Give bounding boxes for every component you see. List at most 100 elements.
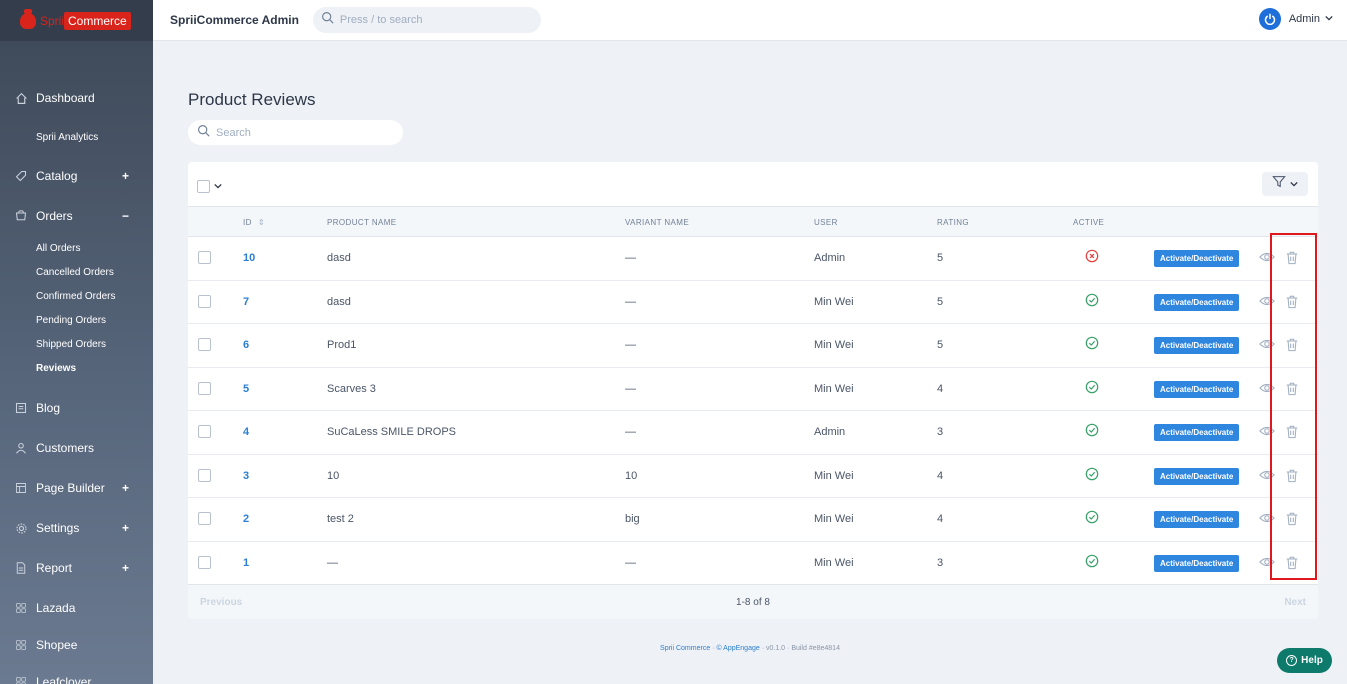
sidebar-item-customers[interactable]: Customers (0, 428, 153, 468)
sidebar-item-label: Shopee (36, 638, 78, 652)
next-button[interactable]: Next (1284, 597, 1306, 608)
app-title: SpriiCommerce Admin (170, 13, 299, 27)
sidebar-item-leafclover[interactable]: Leafclover (0, 662, 153, 684)
product-name: 10 (327, 469, 340, 482)
row-checkbox[interactable] (198, 294, 211, 308)
home-icon (14, 91, 28, 105)
check-circle-icon (1085, 293, 1099, 310)
expand-icon[interactable]: + (122, 521, 129, 535)
expand-icon[interactable]: + (122, 561, 129, 575)
row-checkbox[interactable] (198, 425, 211, 438)
review-id-link[interactable]: 3 (243, 470, 249, 482)
review-id-link[interactable]: 10 (243, 252, 255, 264)
row-checkbox[interactable] (198, 338, 211, 351)
row-checkbox[interactable] (198, 555, 211, 569)
activate-deactivate-button[interactable]: Activate/Deactivate (1154, 511, 1240, 528)
rating-value: 5 (937, 295, 944, 308)
select-all-checkbox[interactable] (197, 179, 210, 193)
sidebar-item-page-builder[interactable]: Page Builder + (0, 468, 153, 508)
expand-icon[interactable]: + (122, 169, 129, 183)
sidebar-item-shopee[interactable]: Shopee (0, 628, 153, 662)
chevron-down-icon (1325, 13, 1333, 25)
sidebar-subitem-shipped-orders[interactable]: Shipped Orders (0, 332, 153, 356)
review-id-link[interactable]: 2 (243, 513, 249, 525)
question-icon: ? (1286, 655, 1298, 666)
activate-deactivate-button[interactable]: Activate/Deactivate (1154, 250, 1240, 267)
global-search-input[interactable]: Press / to search (312, 7, 541, 33)
sidebar-item-settings[interactable]: Settings + (0, 508, 153, 548)
sidebar-item-label: Blog (36, 401, 61, 415)
chevron-down-icon[interactable] (214, 177, 222, 195)
sidebar-item-analytics[interactable]: Sprii Analytics (0, 118, 153, 156)
product-name: test 2 (327, 513, 354, 525)
table-body: 10 dasd — Admin 5 Activate/Deactivate 7 dasd — Mi… (188, 237, 1318, 585)
table-header: ID ⇕ PRODUCT NAME VARIANT NAME USER RATIN… (188, 206, 1318, 237)
sidebar-item-label: Dashboard (36, 91, 95, 105)
orders-submenu: All Orders Cancelled Orders Confirmed Or… (0, 236, 153, 388)
sidebar-item-blog[interactable]: Blog (0, 388, 153, 428)
sidebar-item-lazada[interactable]: Lazada (0, 588, 153, 628)
rating-value: 3 (937, 556, 944, 569)
review-search-input[interactable] (216, 126, 396, 139)
row-checkbox[interactable] (198, 468, 211, 482)
column-header-variant: VARIANT NAME (625, 218, 690, 227)
sidebar-item-label: Customers (36, 441, 95, 455)
sidebar-subitem-all-orders[interactable]: All Orders (0, 236, 153, 260)
check-circle-icon (1085, 510, 1099, 527)
rating-value: 3 (937, 426, 944, 438)
page-builder-icon (14, 481, 28, 495)
sidebar-subitem-confirmed-orders[interactable]: Confirmed Orders (0, 284, 153, 308)
review-id-link[interactable]: 1 (243, 557, 249, 569)
sidebar-subitem-cancelled-orders[interactable]: Cancelled Orders (0, 260, 153, 284)
rating-value: 4 (937, 469, 944, 482)
product-name: Scarves 3 (327, 382, 376, 395)
row-checkbox[interactable] (198, 381, 211, 395)
review-id-link[interactable]: 4 (243, 426, 249, 438)
sidebar-item-label: Lazada (36, 601, 76, 615)
rating-value: 5 (937, 252, 944, 264)
sidebar-item-dashboard[interactable]: Dashboard (0, 78, 153, 118)
sort-icon[interactable]: ⇕ (258, 218, 265, 227)
column-header-id[interactable]: ID ⇕ (243, 218, 265, 227)
sidebar-item-report[interactable]: Report + (0, 548, 153, 588)
user-name: Min Wei (814, 469, 854, 482)
report-icon (14, 561, 28, 575)
review-search[interactable] (188, 120, 403, 145)
review-id-link[interactable]: 5 (243, 383, 249, 395)
sidebar-item-label: Catalog (36, 169, 78, 183)
row-checkbox[interactable] (198, 512, 211, 525)
sidebar: Sprii Commerce Dashboard Sprii Analytics… (0, 0, 153, 684)
sidebar-subitem-reviews[interactable]: Reviews (0, 356, 153, 380)
sidebar-item-label: Page Builder (36, 481, 105, 495)
column-header-user: USER (814, 218, 838, 227)
activate-deactivate-button[interactable]: Activate/Deactivate (1154, 337, 1240, 354)
footer-brand-link[interactable]: Sprii Commerce (660, 645, 710, 652)
collapse-icon[interactable]: − (122, 209, 129, 223)
help-button[interactable]: ? Help (1277, 648, 1332, 673)
sidebar-subitem-pending-orders[interactable]: Pending Orders (0, 308, 153, 332)
filter-button[interactable] (1262, 172, 1308, 196)
rating-value: 4 (937, 382, 944, 395)
sidebar-item-catalog[interactable]: Catalog + (0, 156, 153, 196)
row-checkbox[interactable] (198, 251, 211, 264)
activate-deactivate-button[interactable]: Activate/Deactivate (1154, 467, 1240, 485)
activate-deactivate-button[interactable]: Activate/Deactivate (1154, 424, 1240, 441)
footer-copyright-link[interactable]: © AppEngage (716, 645, 759, 652)
activate-deactivate-button[interactable]: Activate/Deactivate (1154, 554, 1240, 572)
expand-icon[interactable]: + (122, 481, 129, 495)
page-title: Product Reviews (188, 90, 316, 109)
table-row: 10 dasd — Admin 5 Activate/Deactivate (188, 237, 1318, 281)
variant-name: — (625, 556, 636, 569)
bulk-select[interactable] (197, 177, 222, 195)
activate-deactivate-button[interactable]: Activate/Deactivate (1154, 293, 1240, 311)
product-name: dasd (327, 295, 351, 308)
review-id-link[interactable]: 7 (243, 296, 249, 308)
grid-icon (14, 601, 28, 615)
variant-name: — (625, 252, 636, 264)
sidebar-item-orders[interactable]: Orders − (0, 196, 153, 236)
activate-deactivate-button[interactable]: Activate/Deactivate (1154, 380, 1240, 398)
column-header-product: PRODUCT NAME (327, 218, 397, 227)
user-menu[interactable]: Admin (1258, 8, 1333, 30)
review-id-link[interactable]: 6 (243, 339, 249, 351)
brand[interactable]: Sprii Commerce (0, 0, 153, 41)
